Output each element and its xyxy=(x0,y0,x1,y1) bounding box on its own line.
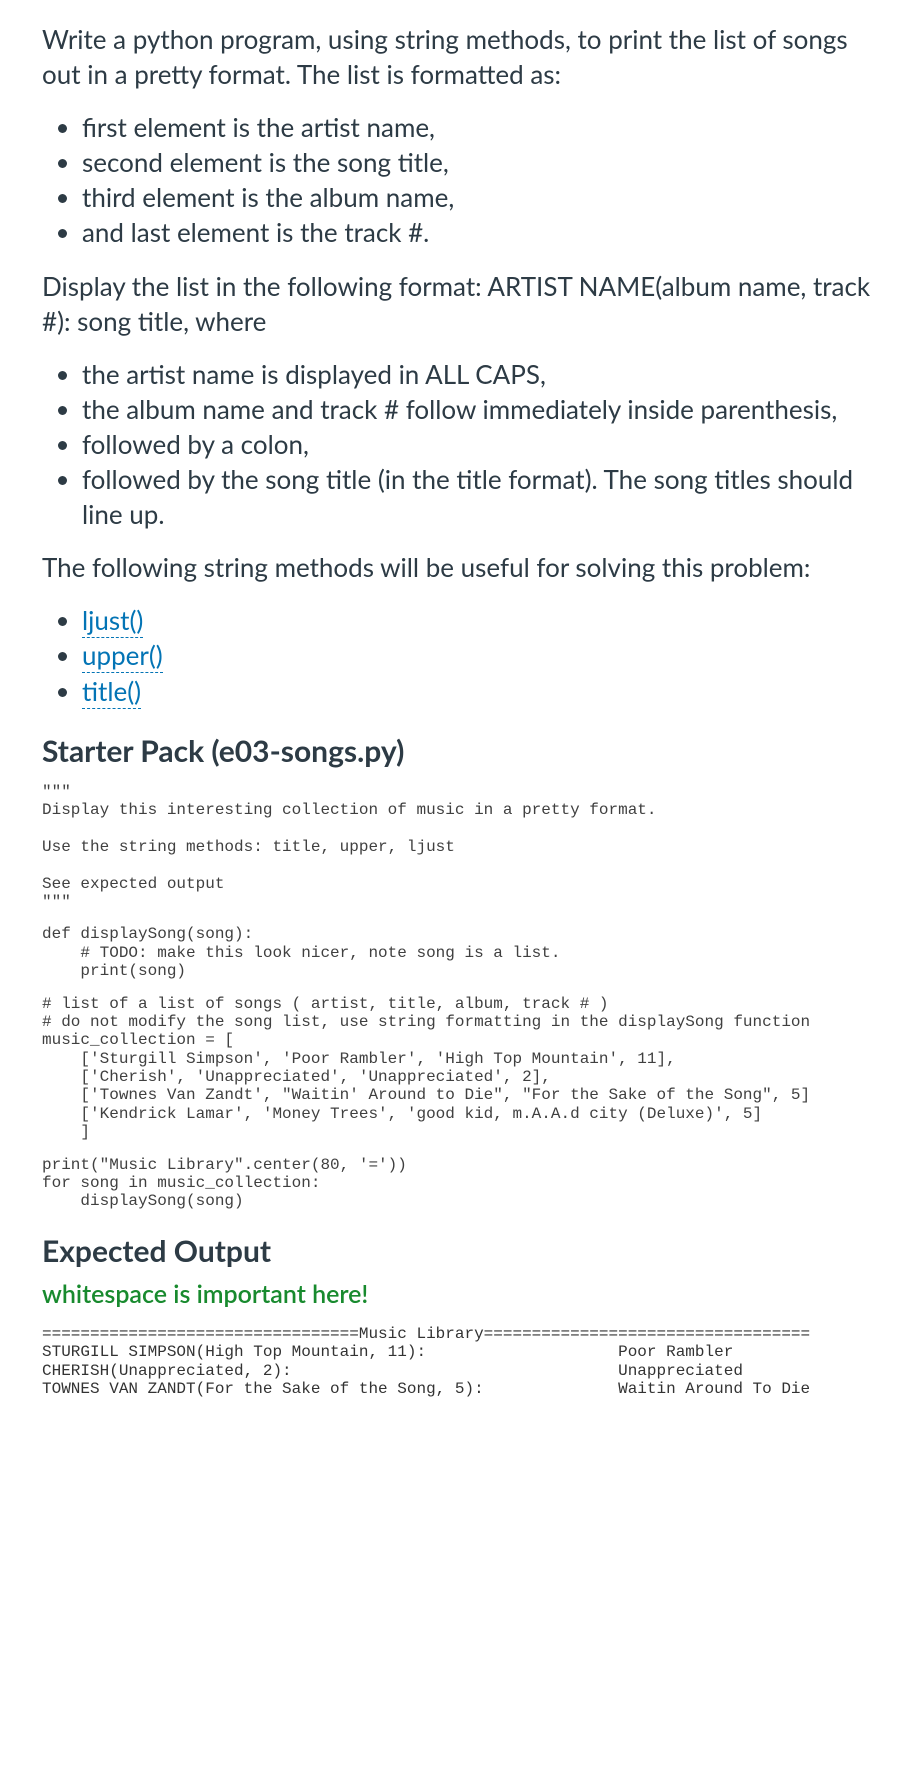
title-link[interactable]: title() xyxy=(82,675,141,709)
list-item: and last element is the track #. xyxy=(82,215,878,250)
ljust-link[interactable]: ljust() xyxy=(82,604,143,638)
code-block-docstring: """ Display this interesting collection … xyxy=(42,783,878,912)
display-intro-paragraph: Display the list in the following format… xyxy=(42,269,878,339)
expected-output-block: =================================Music L… xyxy=(42,1325,878,1399)
code-block-main: print("Music Library".center(80, '=')) f… xyxy=(42,1156,878,1211)
list-item: the album name and track # follow immedi… xyxy=(82,392,878,427)
code-block-function: def displaySong(song): # TODO: make this… xyxy=(42,925,878,980)
list-item: first element is the artist name, xyxy=(82,110,878,145)
list-item: followed by a colon, xyxy=(82,427,878,462)
upper-link[interactable]: upper() xyxy=(82,639,163,673)
starter-pack-heading: Starter Pack (e03-songs.py) xyxy=(42,733,878,769)
list-item: upper() xyxy=(82,638,878,673)
code-block-data: # list of a list of songs ( artist, titl… xyxy=(42,995,878,1142)
list-item: ljust() xyxy=(82,603,878,638)
list-item: title() xyxy=(82,674,878,709)
format-list: first element is the artist name, second… xyxy=(42,110,878,250)
expected-output-heading: Expected Output xyxy=(42,1233,878,1269)
whitespace-note: whitespace is important here! xyxy=(42,1279,878,1309)
list-item: followed by the song title (in the title… xyxy=(82,462,878,532)
list-item: the artist name is displayed in ALL CAPS… xyxy=(82,357,878,392)
list-item: second element is the song title, xyxy=(82,145,878,180)
document-page: Write a python program, using string met… xyxy=(0,0,916,1408)
methods-list: ljust() upper() title() xyxy=(42,603,878,708)
display-rules-list: the artist name is displayed in ALL CAPS… xyxy=(42,357,878,532)
list-item: third element is the album name, xyxy=(82,180,878,215)
intro-paragraph: Write a python program, using string met… xyxy=(42,22,878,92)
methods-intro-paragraph: The following string methods will be use… xyxy=(42,550,878,585)
